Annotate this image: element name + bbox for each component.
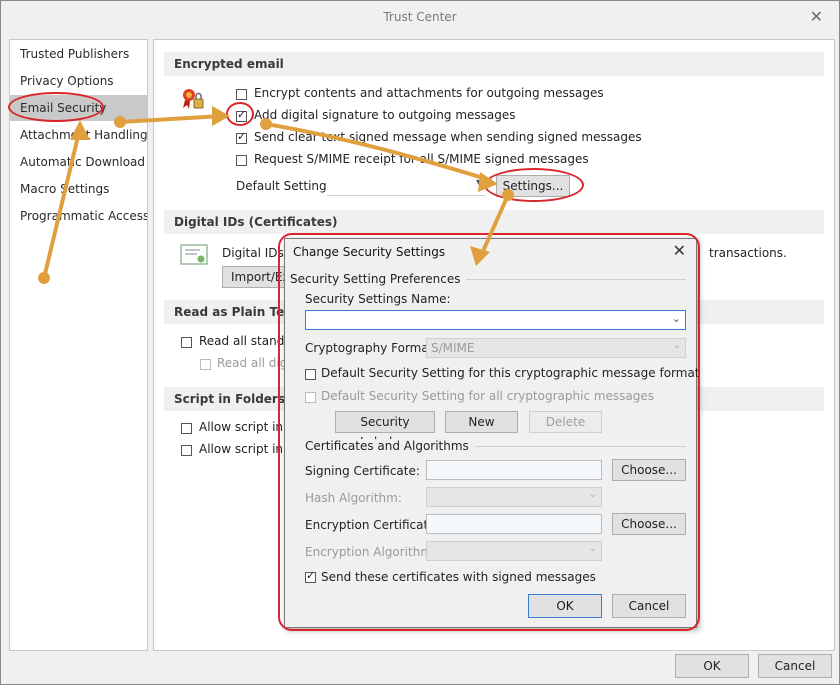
window-title: Trust Center [383, 10, 457, 24]
request-smime-receipt-label: Request S/MIME receipt for all S/MIME si… [254, 152, 589, 166]
sidebar: Trusted Publishers Privacy Options Email… [9, 39, 148, 651]
read-all-digitally-signed-checkbox[interactable] [200, 359, 211, 370]
sidebar-item-privacy-options[interactable]: Privacy Options [10, 68, 147, 94]
ok-button[interactable]: OK [675, 654, 749, 678]
highlight-ring-digital-signature [226, 102, 254, 126]
sidebar-item-attachment-handling[interactable]: Attachment Handling [10, 122, 147, 148]
highlight-frame-dialog [278, 233, 700, 631]
send-clear-text-label: Send clear text signed message when send… [254, 130, 642, 144]
allow-script-shared-checkbox[interactable] [181, 423, 192, 434]
sidebar-item-trusted-publishers[interactable]: Trusted Publishers [10, 41, 147, 67]
certificate-ribbon-icon [180, 86, 206, 115]
sidebar-item-macro-settings[interactable]: Macro Settings [10, 176, 147, 202]
encrypt-contents-label: Encrypt contents and attachments for out… [254, 86, 604, 100]
close-icon[interactable]: ✕ [810, 7, 823, 26]
send-clear-text-checkbox[interactable] [236, 130, 247, 144]
sidebar-item-automatic-download[interactable]: Automatic Download [10, 149, 147, 175]
highlight-ring-settings-button [484, 168, 584, 202]
chevron-down-icon: ▾ [475, 177, 481, 188]
cancel-button[interactable]: Cancel [758, 654, 832, 678]
add-digital-signature-label: Add digital signature to outgoing messag… [254, 108, 516, 122]
default-setting-dropdown[interactable]: ▾ [327, 176, 485, 196]
read-all-standard-checkbox[interactable] [181, 337, 192, 348]
request-smime-receipt-checkbox[interactable] [236, 155, 247, 166]
allow-script-public-checkbox[interactable] [181, 445, 192, 456]
section-digital-ids: Digital IDs (Certificates) [164, 210, 824, 234]
highlight-ring-email-security [8, 92, 104, 122]
section-encrypted-email: Encrypted email [164, 52, 824, 76]
certificate-icon [180, 244, 210, 271]
sidebar-item-programmatic-access[interactable]: Programmatic Access [10, 203, 147, 229]
digital-ids-text-end: transactions. [709, 246, 787, 260]
default-setting-label: Default Setting: [236, 179, 331, 193]
encrypt-contents-checkbox[interactable] [236, 89, 247, 100]
